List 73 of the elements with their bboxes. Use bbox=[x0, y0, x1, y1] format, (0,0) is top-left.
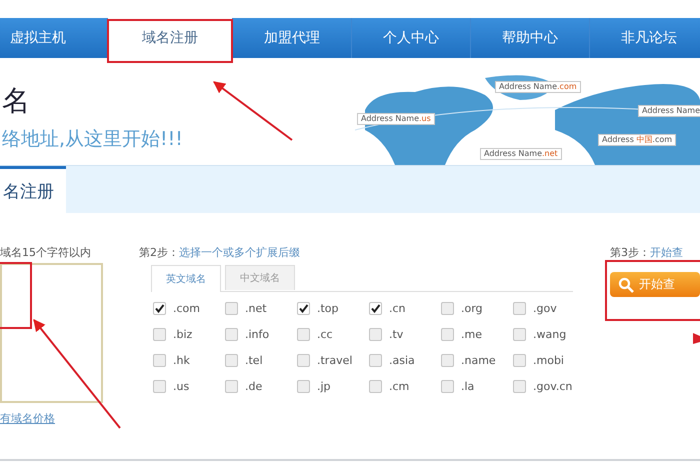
step-label: 第3步：开始查 bbox=[610, 245, 684, 261]
slogan: 络地址,从这里开始!!! bbox=[2, 127, 183, 152]
domain-input[interactable] bbox=[0, 263, 103, 403]
address-label: Address Name.us bbox=[357, 113, 435, 125]
extension-label: .org bbox=[461, 302, 483, 315]
checkbox[interactable] bbox=[513, 354, 526, 367]
extension-label: .tel bbox=[245, 354, 263, 367]
extension-label: .me bbox=[461, 328, 482, 341]
checkbox[interactable] bbox=[513, 328, 526, 341]
checkbox[interactable] bbox=[153, 302, 166, 315]
extension-label: .name bbox=[461, 354, 496, 367]
extension-label: .wang bbox=[533, 328, 566, 341]
address-label: Address 中国.com bbox=[598, 134, 676, 146]
checkbox[interactable] bbox=[153, 380, 166, 393]
extension-label: .gov bbox=[533, 302, 557, 315]
extension-label: .biz bbox=[173, 328, 192, 341]
checkbox[interactable] bbox=[297, 354, 310, 367]
checkbox[interactable] bbox=[153, 354, 166, 367]
extension-label: .cc bbox=[317, 328, 333, 341]
extension-label: .asia bbox=[389, 354, 415, 367]
checkbox[interactable] bbox=[225, 380, 238, 393]
address-label: Address Name.net bbox=[480, 148, 562, 160]
price-link[interactable]: 有域名价格 bbox=[0, 411, 139, 426]
checkbox[interactable] bbox=[441, 302, 454, 315]
section-tab[interactable]: 名注册 bbox=[0, 166, 66, 213]
extension-label: .de bbox=[245, 380, 262, 393]
extension-label: .travel bbox=[317, 354, 352, 367]
checkbox[interactable] bbox=[513, 302, 526, 315]
checkbox[interactable] bbox=[297, 328, 310, 341]
nav-tab[interactable]: 虚拟主机 bbox=[0, 18, 108, 58]
extension-label: .cm bbox=[389, 380, 410, 393]
checkbox[interactable] bbox=[297, 380, 310, 393]
checkbox[interactable] bbox=[369, 354, 382, 367]
checkbox[interactable] bbox=[225, 302, 238, 315]
checkbox[interactable] bbox=[297, 302, 310, 315]
annotation-arrowhead bbox=[693, 333, 700, 344]
extension-label: .mobi bbox=[533, 354, 564, 367]
step-label: 第2步：选择一个或多个扩展后缀 bbox=[139, 245, 301, 261]
extension-label: .gov.cn bbox=[533, 380, 572, 393]
checkbox[interactable] bbox=[441, 328, 454, 341]
tab[interactable]: 中文域名 bbox=[225, 265, 295, 290]
extension-label: .info bbox=[245, 328, 270, 341]
checkbox[interactable] bbox=[225, 354, 238, 367]
extension-label: .hk bbox=[173, 354, 190, 367]
checkbox[interactable] bbox=[513, 380, 526, 393]
checkbox[interactable] bbox=[441, 380, 454, 393]
nav-tab[interactable]: 加盟代理 bbox=[233, 18, 352, 58]
address-label: Address Name bbox=[638, 105, 700, 117]
checkbox[interactable] bbox=[369, 380, 382, 393]
nav-tab[interactable]: 域名注册 bbox=[108, 18, 233, 58]
highlight-frame bbox=[0, 262, 32, 329]
extension-label: .cn bbox=[389, 302, 406, 315]
extension-label: .tv bbox=[389, 328, 404, 341]
search-icon bbox=[618, 276, 634, 292]
extension-label: .com bbox=[173, 302, 200, 315]
checkbox[interactable] bbox=[369, 328, 382, 341]
nav-tab[interactable]: 非凡论坛 bbox=[590, 18, 700, 58]
page-title: 名 bbox=[2, 84, 31, 118]
address-label: Address Name.com bbox=[495, 81, 581, 93]
nav-tab[interactable]: 帮助中心 bbox=[471, 18, 590, 58]
search-button[interactable]: 开始查 bbox=[610, 272, 700, 297]
nav-tab[interactable]: 个人中心 bbox=[352, 18, 471, 58]
checkbox[interactable] bbox=[153, 328, 166, 341]
step-hint: 域名15个字符以内 bbox=[0, 245, 92, 261]
extension-label: .la bbox=[461, 380, 474, 393]
extension-label: .jp bbox=[317, 380, 331, 393]
checkbox[interactable] bbox=[369, 302, 382, 315]
extension-label: .us bbox=[173, 380, 190, 393]
checkbox[interactable] bbox=[441, 354, 454, 367]
checkbox[interactable] bbox=[225, 328, 238, 341]
extension-label: .net bbox=[245, 302, 267, 315]
tab[interactable]: 英文域名 bbox=[151, 265, 221, 292]
extension-label: .top bbox=[317, 302, 339, 315]
